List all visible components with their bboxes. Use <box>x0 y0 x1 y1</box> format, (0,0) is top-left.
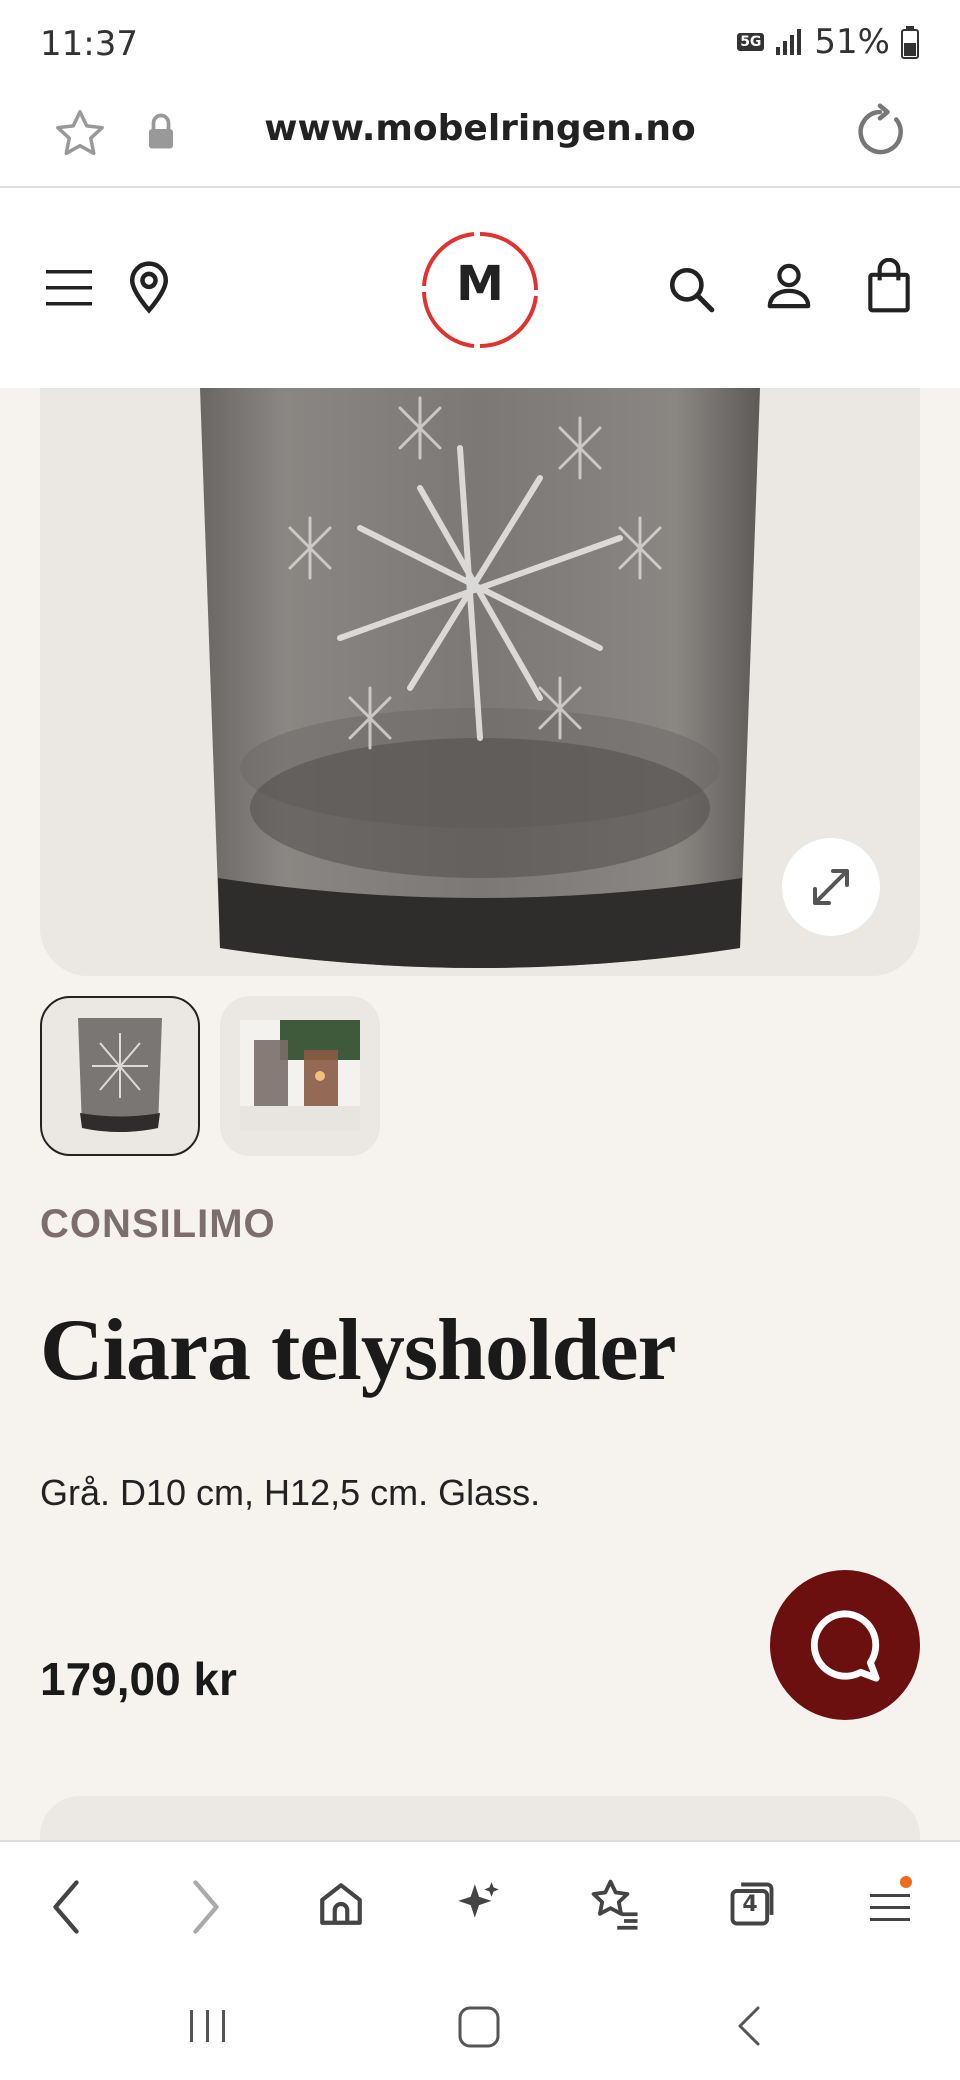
recent-apps-icon[interactable] <box>186 1996 230 2056</box>
product-image[interactable] <box>40 388 920 976</box>
product-title: Ciara telysholder <box>40 1302 677 1399</box>
status-time: 11:37 <box>40 24 138 64</box>
thumbnail-1-image <box>78 1018 162 1132</box>
expand-icon <box>813 869 849 905</box>
url-bar: www.mobelringen.no <box>0 90 960 188</box>
tab-count: 4 <box>742 1892 758 1917</box>
tabs-icon[interactable]: 4 <box>726 1878 778 1930</box>
reload-icon[interactable] <box>850 102 910 162</box>
back-icon[interactable] <box>46 1872 86 1942</box>
thumbnail-2-image <box>240 1020 360 1130</box>
network-badge: 5G <box>737 33 765 51</box>
search-icon[interactable] <box>666 264 716 314</box>
battery-text: 51% <box>814 22 890 62</box>
battery-icon <box>901 26 919 59</box>
browser-menu-icon <box>870 1876 912 1921</box>
forward-icon[interactable] <box>186 1872 226 1942</box>
site-header: M <box>0 188 960 388</box>
signal-icon <box>776 29 802 55</box>
product-description: Grå. D10 cm, H12,5 cm. Glass. <box>40 1472 541 1513</box>
bag-icon[interactable] <box>866 258 912 314</box>
system-nav-bar <box>0 1974 960 2080</box>
status-indicators: 5G 51% <box>737 22 920 62</box>
browser-menu[interactable] <box>868 1876 912 1936</box>
home-icon[interactable] <box>316 1878 366 1930</box>
thumbnail-1[interactable] <box>40 996 200 1156</box>
logo-letter: M <box>456 256 504 312</box>
system-back-icon[interactable] <box>730 1996 770 2056</box>
sparkle-icon[interactable] <box>454 1878 504 1928</box>
chat-button[interactable] <box>770 1570 920 1720</box>
bookmarks-icon[interactable] <box>588 1876 642 1930</box>
thumbnail-2[interactable] <box>220 996 380 1156</box>
browser-toolbar: 4 <box>0 1840 960 1974</box>
product-price: 179,00 kr <box>40 1653 237 1705</box>
product-brand[interactable]: CONSILIMO <box>40 1202 276 1247</box>
menu-icon[interactable] <box>46 266 92 310</box>
home-button-icon[interactable] <box>452 1996 508 2056</box>
status-bar: 11:37 5G 51% <box>0 0 960 90</box>
url-text[interactable]: www.mobelringen.no <box>0 108 960 149</box>
expand-image-button[interactable] <box>782 838 880 936</box>
chat-icon <box>810 1610 880 1682</box>
account-icon[interactable] <box>766 262 812 312</box>
location-icon[interactable] <box>126 258 172 314</box>
